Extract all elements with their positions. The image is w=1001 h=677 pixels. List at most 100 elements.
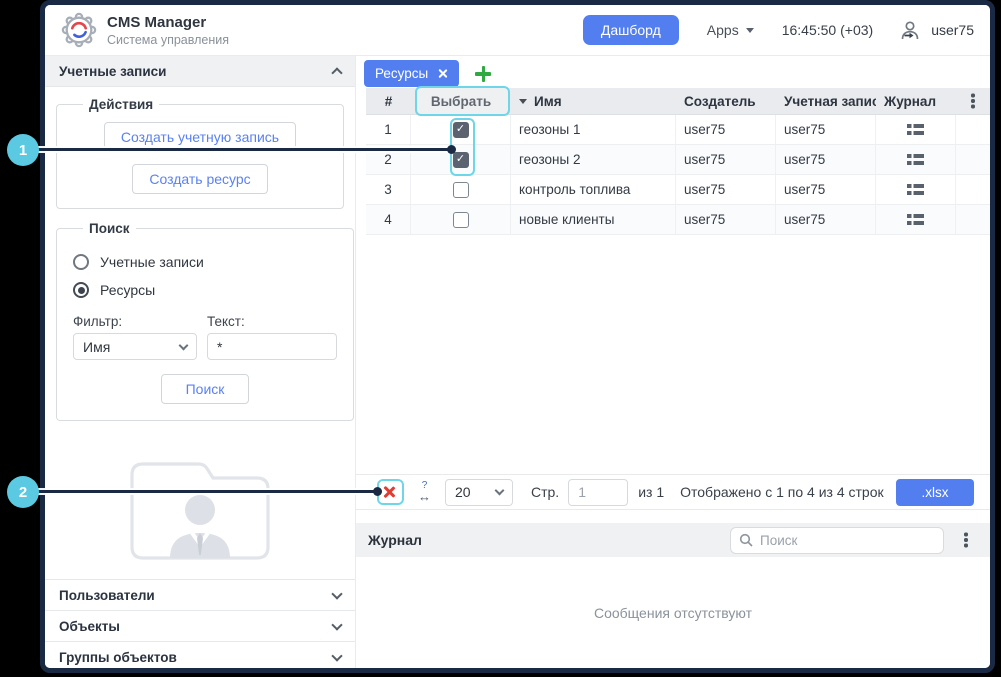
- search-button[interactable]: Поиск: [161, 374, 250, 404]
- row-number: 4: [366, 205, 411, 234]
- resource-creator: user75: [676, 115, 776, 144]
- resource-account: user75: [776, 205, 876, 234]
- app-subtitle: Система управления: [107, 33, 229, 47]
- chevron-down-icon: [746, 28, 754, 33]
- resource-account: user75: [776, 115, 876, 144]
- chevron-down-icon: [331, 619, 342, 630]
- radio-resources-label: Ресурсы: [100, 282, 155, 298]
- journal-cell[interactable]: [876, 205, 956, 234]
- journal-cell[interactable]: [876, 145, 956, 174]
- column-creator[interactable]: Создатель: [676, 88, 776, 114]
- fit-columns-icon[interactable]: ?↔: [418, 481, 431, 503]
- radio-accounts[interactable]: Учетные записи: [73, 254, 337, 270]
- table-row[interactable]: 3 контроль топлива user75 user75: [366, 175, 990, 205]
- sidebar-item-label: Объекты: [59, 619, 120, 634]
- username: user75: [931, 22, 974, 38]
- rows-summary: Отображено с 1 по 4 из 4 строк: [680, 484, 884, 500]
- apps-menu[interactable]: Apps: [707, 22, 754, 38]
- resource-name: контроль топлива: [511, 175, 676, 204]
- page-label: Стр.: [531, 484, 559, 500]
- tab-resources[interactable]: Ресурсы: [364, 60, 459, 87]
- more-menu-icon: [964, 538, 967, 541]
- column-account[interactable]: Учетная запись: [776, 88, 876, 114]
- callout-line-2: [36, 490, 376, 493]
- callout-badge-1: 1: [7, 134, 39, 166]
- callout-dot-1: [447, 145, 456, 154]
- chevron-up-icon: [331, 67, 342, 78]
- filter-select[interactable]: Имя: [73, 333, 197, 360]
- journal-search[interactable]: [730, 527, 944, 554]
- radio-accounts-circle-icon[interactable]: [73, 254, 89, 270]
- actions-fieldset: Действия Создать учетную запись Создать …: [56, 97, 344, 209]
- row-number: 3: [366, 175, 411, 204]
- app-titles: CMS Manager Система управления: [107, 14, 229, 47]
- column-name[interactable]: Имя: [511, 88, 676, 114]
- page-size-select[interactable]: 20: [445, 479, 513, 506]
- page-size-value: 20: [455, 484, 471, 500]
- journal-menu-button[interactable]: [958, 538, 974, 541]
- column-num[interactable]: #: [366, 88, 411, 114]
- row-checkbox[interactable]: [453, 212, 469, 228]
- divider: [356, 510, 990, 523]
- table-menu-button[interactable]: [956, 88, 990, 114]
- radio-resources-circle-icon[interactable]: [73, 282, 89, 298]
- chevron-down-icon: [179, 340, 189, 350]
- chevron-down-icon: [495, 486, 505, 496]
- row-checkbox[interactable]: [453, 182, 469, 198]
- close-tab-icon[interactable]: [437, 68, 448, 79]
- tab-resources-label: Ресурсы: [375, 66, 428, 81]
- sidebar-item-accounts[interactable]: Учетные записи: [45, 56, 355, 87]
- pagination-bar: ?↔ 20 Стр. из 1 Отображено с 1 по 4 из 4…: [356, 474, 990, 510]
- user-menu[interactable]: user75: [899, 20, 974, 41]
- radio-resources[interactable]: Ресурсы: [73, 282, 337, 298]
- table-empty-area: [356, 235, 990, 474]
- resource-account: user75: [776, 145, 876, 174]
- sidebar-item-unit-groups[interactable]: Группы объектов: [45, 641, 355, 672]
- column-name-label: Имя: [534, 94, 562, 109]
- journal-icon: [907, 183, 924, 196]
- sidebar-item-retranslators[interactable]: Ретрансляторы: [45, 672, 355, 673]
- journal-body: Сообщения отсутствуют: [356, 557, 990, 668]
- callout-badge-2: 2: [7, 476, 39, 508]
- apps-label: Apps: [707, 22, 739, 38]
- sidebar-item-units[interactable]: Объекты: [45, 610, 355, 641]
- clock-display: 16:45:50 (+03): [782, 22, 873, 38]
- page-number-input[interactable]: [568, 479, 628, 506]
- dashboard-button[interactable]: Дашборд: [583, 15, 679, 45]
- table-row[interactable]: 4 новые клиенты user75 user75: [366, 205, 990, 235]
- cms-gear-logo-icon: [61, 12, 97, 48]
- filter-label: Фильтр:: [73, 314, 207, 329]
- resource-creator: user75: [676, 205, 776, 234]
- export-xlsx-button[interactable]: .xlsx: [896, 479, 974, 506]
- journal-header: Журнал: [356, 523, 990, 557]
- journal-icon: [907, 213, 924, 226]
- chevron-down-icon: [331, 650, 342, 661]
- create-resource-button[interactable]: Создать ресурс: [132, 164, 267, 194]
- search-icon: [739, 533, 753, 547]
- empty-folder-watermark-icon: [112, 443, 288, 579]
- page-count: из 1: [638, 484, 664, 500]
- app-header: CMS Manager Система управления Дашборд A…: [45, 5, 990, 56]
- callout-line-1: [36, 148, 450, 151]
- journal-search-input[interactable]: [760, 533, 935, 548]
- sort-desc-icon: [519, 99, 527, 104]
- search-text-input[interactable]: [207, 333, 337, 360]
- column-journal[interactable]: Журнал: [876, 88, 956, 114]
- sidebar-item-users[interactable]: Пользователи: [45, 579, 355, 610]
- resource-name: геозоны 2: [511, 145, 676, 174]
- resource-name: геозоны 1: [511, 115, 676, 144]
- text-label: Текст:: [207, 314, 245, 329]
- accounts-panel: Действия Создать учетную запись Создать …: [45, 87, 355, 579]
- resource-creator: user75: [676, 145, 776, 174]
- add-tab-icon[interactable]: [475, 66, 491, 82]
- radio-accounts-label: Учетные записи: [100, 254, 204, 270]
- resource-name: новые клиенты: [511, 205, 676, 234]
- journal-cell[interactable]: [876, 175, 956, 204]
- sidebar-item-label: Группы объектов: [59, 650, 177, 665]
- journal-title: Журнал: [368, 532, 422, 548]
- resource-creator: user75: [676, 175, 776, 204]
- journal-cell[interactable]: [876, 115, 956, 144]
- journal-empty-message: Сообщения отсутствуют: [594, 605, 752, 621]
- more-menu-icon: [971, 99, 974, 102]
- filter-select-value: Имя: [83, 339, 110, 355]
